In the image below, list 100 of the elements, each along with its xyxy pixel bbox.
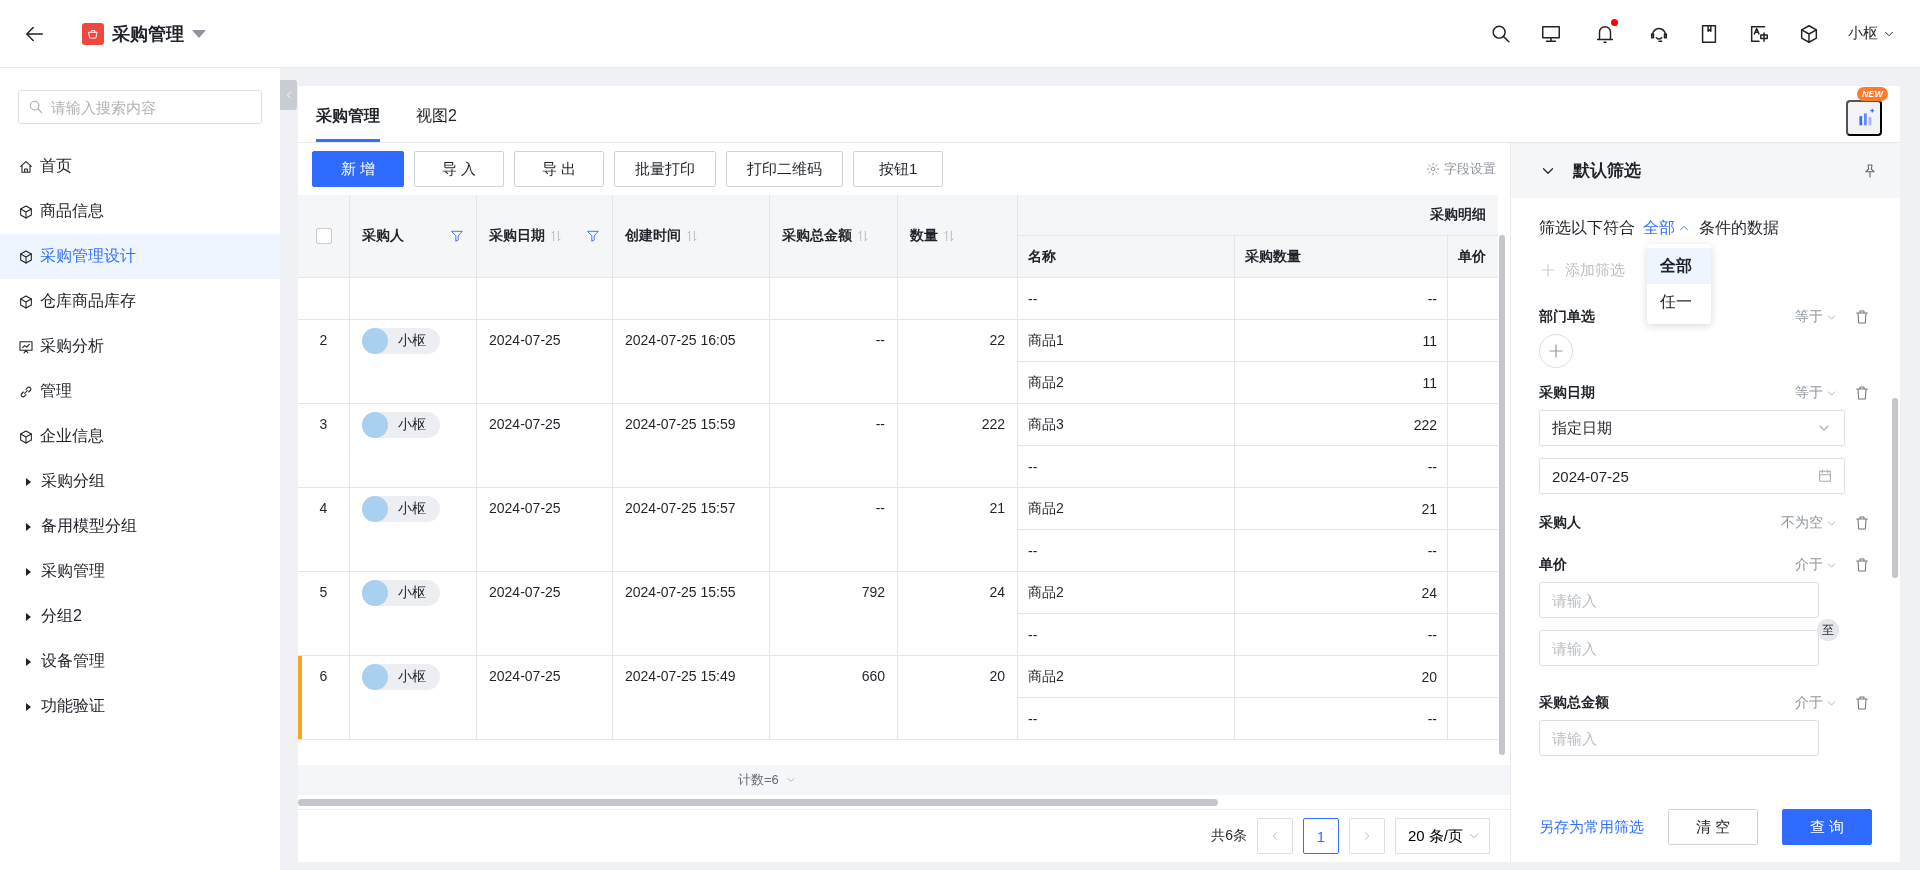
scrollbar-thumb[interactable] <box>298 799 1218 806</box>
column-header: 采购日期 <box>489 227 545 245</box>
dropdown-icon[interactable] <box>192 29 206 38</box>
input-field[interactable]: 请输入 <box>1539 720 1819 756</box>
caret-icon <box>26 522 31 531</box>
sidebar-item[interactable]: 分组2 <box>0 594 280 639</box>
chart-button[interactable] <box>1846 100 1882 136</box>
caret-icon <box>26 657 31 666</box>
pin-icon[interactable] <box>1862 162 1878 179</box>
user-name: 小枢 <box>398 416 426 434</box>
plus-icon <box>1547 342 1565 360</box>
menu-option[interactable]: 任一 <box>1647 284 1711 320</box>
user-name: 小枢 <box>398 500 426 518</box>
sidebar-item[interactable]: 首页 <box>0 144 280 189</box>
match-mode-select[interactable]: 全部 <box>1643 217 1691 239</box>
vertical-scrollbar[interactable] <box>1892 398 1898 578</box>
column-header: 采购总金额 <box>782 227 852 245</box>
table-cell: 21 <box>1421 500 1437 517</box>
input-field[interactable]: 请输入 <box>1539 630 1819 666</box>
avatar-icon <box>362 328 388 354</box>
table-cell: 222 <box>981 416 1005 432</box>
save-filter-link[interactable]: 另存为常用筛选 <box>1539 817 1644 837</box>
date-field[interactable]: 2024-07-25 <box>1539 458 1845 494</box>
match-prefix: 筛选以下符合 <box>1539 217 1635 238</box>
trash-icon[interactable] <box>1854 309 1870 325</box>
caret-icon <box>26 612 31 621</box>
caret-icon <box>26 567 31 576</box>
toolbar-button[interactable]: 按钮1 <box>853 151 944 187</box>
table-cell: 2024-07-25 <box>489 584 561 600</box>
avatar-icon <box>362 664 388 690</box>
sidebar-item[interactable]: 设备管理 <box>0 639 280 684</box>
table-cell: 商品3 <box>1028 415 1064 434</box>
sidebar-item[interactable]: 采购管理 <box>0 549 280 594</box>
page-size-select[interactable]: 20 条/页 <box>1394 818 1490 854</box>
sidebar-item[interactable]: 功能验证 <box>0 684 280 729</box>
date-mode-select[interactable]: 指定日期 <box>1539 410 1845 446</box>
sidebar-item[interactable]: 仓库商品库存 <box>0 279 280 324</box>
search-field[interactable]: 请输入搜索内容 <box>18 90 262 124</box>
table-cell: -- <box>1427 710 1437 727</box>
filter-label: 采购总金额 <box>1539 694 1610 712</box>
sidebar-item[interactable]: 采购管理设计 <box>0 234 280 279</box>
table-cell: 22 <box>989 332 1005 348</box>
avatar-icon <box>362 580 388 606</box>
collapse-handle[interactable] <box>280 80 297 110</box>
avatar-icon <box>362 496 388 522</box>
trash-icon[interactable] <box>1854 515 1870 531</box>
table-cell: 222 <box>1413 416 1437 433</box>
table-cell: -- <box>875 416 885 432</box>
cube-icon <box>18 248 34 265</box>
toolbar-button[interactable]: 新 增 <box>312 151 405 187</box>
caret-icon <box>26 477 31 486</box>
trash-icon[interactable] <box>1854 695 1870 711</box>
table-cell: 792 <box>861 584 885 600</box>
table-cell: -- <box>875 500 885 516</box>
sidebar-item[interactable]: 管理 <box>0 369 280 414</box>
sidebar-item[interactable]: 备用模型分组 <box>0 504 280 549</box>
row-number: 5 <box>319 584 328 600</box>
user-name: 小枢 <box>398 668 426 686</box>
user-name: 小枢 <box>398 584 426 602</box>
filter-action-button[interactable]: 清 空 <box>1668 809 1758 845</box>
cube-icon <box>18 428 34 445</box>
page-button[interactable]: 1 <box>1302 818 1339 854</box>
row-number: 6 <box>319 668 328 684</box>
table-cell: -- <box>1427 626 1437 643</box>
cube-icon[interactable] <box>1798 22 1820 45</box>
trash-icon[interactable] <box>1854 557 1870 573</box>
select-all-checkbox[interactable] <box>315 228 332 244</box>
user-menu[interactable]: 小枢 <box>1848 24 1896 43</box>
sidebar-item[interactable]: 采购分析 <box>0 324 280 369</box>
sidebar-item[interactable]: 企业信息 <box>0 414 280 459</box>
table-cell: 2024-07-25 16:05 <box>625 332 736 348</box>
toolbar-button[interactable]: 批量打印 <box>614 151 717 187</box>
table-cell: 商品2 <box>1028 373 1064 392</box>
toolbar-button[interactable]: 导 入 <box>414 151 505 187</box>
filter-label: 单价 <box>1539 556 1568 574</box>
avatar-icon <box>362 412 388 438</box>
filter-icon[interactable] <box>450 229 464 243</box>
column-header: 名称 <box>1028 247 1056 266</box>
filter-icon[interactable] <box>586 229 600 243</box>
view-tab[interactable]: 视图2 <box>416 106 457 142</box>
view-tab[interactable]: 采购管理 <box>316 106 380 142</box>
user-name: 小枢 <box>398 332 426 350</box>
table-cell: 24 <box>989 584 1005 600</box>
filter-label: 采购日期 <box>1539 384 1596 402</box>
table-cell: 24 <box>1421 584 1437 601</box>
new-badge: NEW <box>1857 87 1888 101</box>
sidebar-item[interactable]: 采购分组 <box>0 459 280 504</box>
table-cell: -- <box>1028 458 1038 475</box>
trash-icon[interactable] <box>1854 385 1870 401</box>
presentation-icon <box>18 338 34 355</box>
table-cell: -- <box>1427 458 1437 475</box>
toolbar-button[interactable]: 打印二维码 <box>726 151 844 187</box>
column-header: 创建时间 <box>625 227 681 245</box>
toolbar-button[interactable]: 导 出 <box>514 151 605 187</box>
input-field[interactable]: 请输入 <box>1539 582 1819 618</box>
filter-action-button[interactable]: 查 询 <box>1782 809 1872 845</box>
scrollbar-thumb[interactable] <box>1499 235 1505 755</box>
sidebar-item[interactable]: 商品信息 <box>0 189 280 234</box>
caret-icon <box>26 702 31 711</box>
menu-option[interactable]: 全部 <box>1647 248 1711 284</box>
